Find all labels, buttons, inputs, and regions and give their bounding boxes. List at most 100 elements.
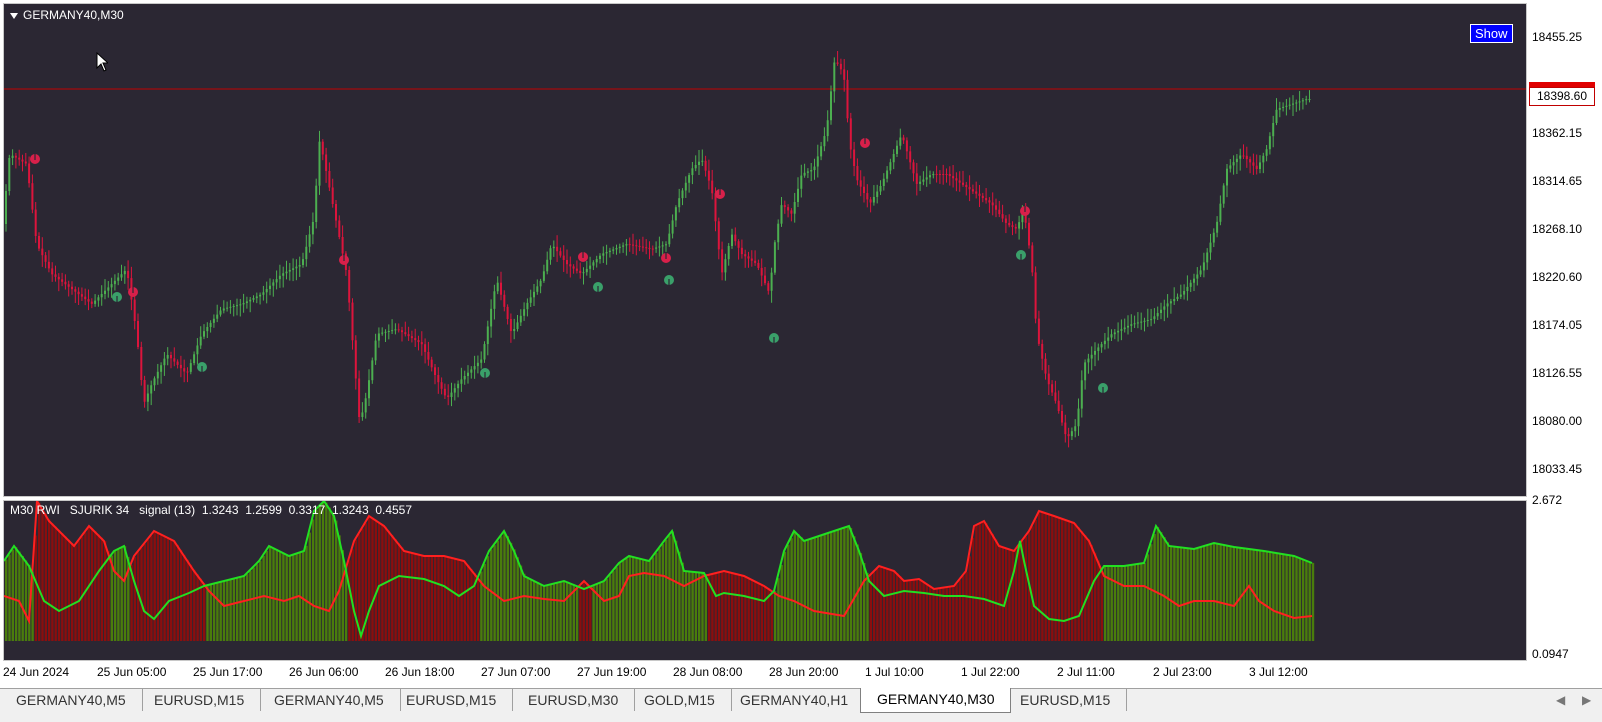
tab-gold-m15[interactable]: GOLD,M15 bbox=[628, 689, 732, 711]
tab-eurusd-m15[interactable]: EURUSD,M15 bbox=[138, 689, 262, 711]
tab-scroll-right-icon[interactable]: ▶ bbox=[1582, 693, 1591, 707]
candle bbox=[678, 188, 681, 213]
candle bbox=[354, 335, 357, 390]
candle bbox=[843, 59, 846, 92]
histogram-bar bbox=[1176, 546, 1179, 641]
histogram-bar bbox=[569, 583, 572, 641]
histogram-bar bbox=[272, 547, 275, 641]
histogram-bar bbox=[18, 551, 21, 641]
candle bbox=[160, 362, 163, 384]
candle bbox=[1077, 398, 1080, 436]
candle bbox=[892, 149, 895, 170]
histogram-bar bbox=[721, 571, 724, 641]
price-chart-canvas[interactable] bbox=[4, 4, 1526, 496]
candle bbox=[1265, 144, 1268, 162]
candle bbox=[21, 154, 24, 172]
histogram-bar bbox=[872, 572, 876, 641]
tab-eurusd-m15[interactable]: EURUSD,M15 bbox=[1004, 689, 1128, 711]
histogram-bar bbox=[1262, 550, 1265, 641]
histogram-bar bbox=[1292, 555, 1295, 641]
histogram-bar bbox=[212, 583, 216, 641]
time-tick-label: 2 Jul 23:00 bbox=[1153, 665, 1212, 679]
candle bbox=[572, 264, 575, 274]
candle bbox=[757, 259, 760, 271]
histogram-bar bbox=[1173, 546, 1176, 641]
candle bbox=[876, 184, 879, 204]
candle bbox=[556, 235, 559, 262]
candle bbox=[288, 262, 291, 281]
candlestick-series bbox=[5, 51, 1311, 448]
candle bbox=[744, 249, 747, 268]
collapse-triangle-icon[interactable] bbox=[10, 12, 18, 19]
histogram-bar bbox=[552, 583, 556, 641]
histogram-bar bbox=[470, 568, 473, 641]
indicator-pane[interactable]: M30 RWI SJURIK 34 signal (13) 1.3243 1.2… bbox=[3, 500, 1527, 661]
candle bbox=[1282, 102, 1285, 112]
histogram-bar bbox=[1067, 520, 1070, 641]
histogram-bar bbox=[1235, 547, 1239, 641]
tab-germany40-m5[interactable]: GERMANY40,M5 bbox=[258, 689, 401, 711]
time-tick-label: 28 Jun 20:00 bbox=[769, 665, 839, 679]
histogram-bar bbox=[457, 559, 460, 641]
candle bbox=[704, 155, 707, 177]
candle bbox=[61, 272, 64, 287]
candle bbox=[579, 262, 582, 279]
chart-title[interactable]: GERMANY40,M30 bbox=[10, 8, 124, 22]
candle bbox=[1070, 427, 1073, 441]
candle bbox=[245, 296, 248, 309]
candle bbox=[770, 267, 773, 303]
histogram-bar bbox=[387, 530, 391, 641]
candle bbox=[153, 376, 156, 391]
candle bbox=[853, 141, 856, 177]
tab-germany40-m30[interactable]: GERMANY40,M30 bbox=[860, 688, 1012, 713]
histogram-bar bbox=[255, 564, 259, 641]
histogram-bar bbox=[262, 555, 265, 641]
tab-germany40-h1[interactable]: GERMANY40,H1 bbox=[724, 689, 866, 711]
indicator-canvas[interactable] bbox=[4, 501, 1526, 660]
histogram-bar bbox=[1136, 564, 1140, 641]
indicator-scale-max: 2.672 bbox=[1532, 493, 1563, 507]
candle bbox=[1090, 346, 1093, 371]
candle bbox=[394, 323, 397, 335]
candle bbox=[38, 232, 40, 252]
histogram-bar bbox=[516, 557, 519, 641]
tab-eurusd-m15[interactable]: EURUSD,M15 bbox=[390, 689, 514, 711]
signal-up-icon bbox=[197, 362, 207, 372]
histogram-bar bbox=[632, 556, 635, 641]
histogram-bar bbox=[1140, 563, 1143, 641]
candle bbox=[1120, 319, 1123, 341]
histogram-bar bbox=[671, 531, 674, 641]
candle bbox=[255, 292, 258, 304]
candle bbox=[701, 149, 704, 166]
histogram-bar bbox=[361, 528, 364, 641]
candle bbox=[813, 158, 816, 180]
candle bbox=[107, 281, 110, 298]
histogram-bar bbox=[905, 580, 909, 641]
candle bbox=[1176, 293, 1179, 302]
tab-scroll-left-icon[interactable]: ◀ bbox=[1556, 693, 1565, 707]
histogram-bar bbox=[813, 537, 816, 641]
histogram-bar bbox=[665, 539, 668, 641]
histogram-bar bbox=[328, 507, 331, 641]
show-button[interactable]: Show bbox=[1470, 24, 1513, 43]
tab-eurusd-m30[interactable]: EURUSD,M30 bbox=[512, 689, 636, 711]
tab-germany40-m5[interactable]: GERMANY40,M5 bbox=[0, 689, 143, 711]
price-chart-pane[interactable]: GERMANY40,M30 Show bbox=[3, 3, 1527, 497]
time-tick-label: 2 Jul 11:00 bbox=[1057, 665, 1115, 679]
candle bbox=[671, 214, 674, 239]
candle bbox=[358, 370, 361, 423]
candle bbox=[430, 356, 433, 372]
candle bbox=[64, 274, 67, 290]
histogram-bar bbox=[275, 549, 278, 641]
candle bbox=[529, 289, 532, 307]
histogram-bar bbox=[1193, 548, 1196, 641]
histogram-bar bbox=[216, 582, 219, 641]
candle bbox=[780, 197, 783, 227]
candle bbox=[698, 150, 700, 175]
candle bbox=[668, 224, 671, 247]
candle bbox=[694, 155, 697, 172]
histogram-bar bbox=[952, 586, 955, 641]
candle bbox=[1018, 215, 1021, 240]
histogram-bar bbox=[351, 549, 354, 641]
candle bbox=[84, 288, 87, 306]
